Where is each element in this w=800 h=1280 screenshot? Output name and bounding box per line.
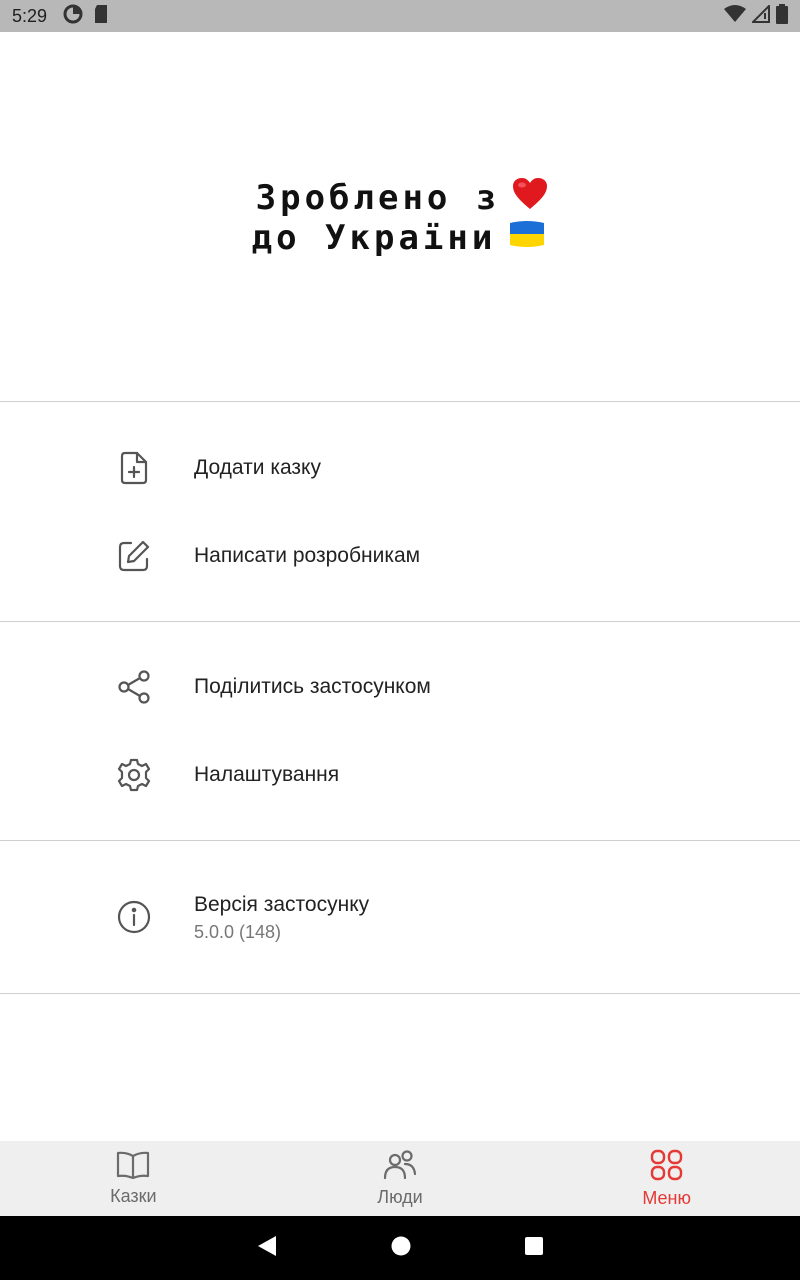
menu-label: Версія застосунку xyxy=(194,893,370,916)
nav-label: Люди xyxy=(377,1186,423,1207)
menu-item-settings[interactable]: Налаштування xyxy=(0,731,800,819)
menu-label: Налаштування xyxy=(194,763,340,786)
book-icon xyxy=(116,1151,150,1184)
recents-icon[interactable] xyxy=(524,1236,544,1261)
sd-card-icon xyxy=(93,4,109,29)
system-navigation-bar xyxy=(0,1216,800,1280)
people-icon xyxy=(383,1149,417,1185)
menu-item-app-version: Версія застосунку 5.0.0 (148) xyxy=(0,873,800,961)
menu-label: Додати казку xyxy=(194,456,321,479)
gear-icon xyxy=(116,757,152,793)
bottom-navigation: Казки Люди Меню xyxy=(0,1141,800,1216)
add-file-icon xyxy=(116,450,152,486)
header: Зроблено з до України xyxy=(0,32,800,401)
home-icon[interactable] xyxy=(390,1235,412,1262)
grid-icon xyxy=(650,1149,684,1186)
menu-label: Поділитись застосунком xyxy=(194,675,431,698)
battery-icon xyxy=(776,3,788,29)
divider xyxy=(0,840,800,841)
wifi-icon xyxy=(724,4,746,28)
nav-label: Меню xyxy=(642,1187,691,1208)
edit-icon xyxy=(116,538,152,574)
nav-item-tales[interactable]: Казки xyxy=(0,1141,267,1216)
data-saver-icon xyxy=(63,4,83,29)
ukraine-flag-icon xyxy=(508,219,546,257)
status-time: 5:29 xyxy=(12,5,48,26)
nav-label: Казки xyxy=(110,1185,157,1206)
share-icon xyxy=(116,669,152,705)
menu-item-write-developers[interactable]: Написати розробникам xyxy=(0,512,800,600)
menu-label: Написати розробникам xyxy=(194,544,421,567)
title-line-1: Зроблено з xyxy=(255,177,501,218)
title-line-2: до України xyxy=(251,217,497,258)
status-bar: 5:29 xyxy=(0,0,800,32)
info-icon xyxy=(116,899,152,935)
divider xyxy=(0,993,800,994)
menu-item-share-app[interactable]: Поділитись застосунком xyxy=(0,643,800,731)
signal-icon xyxy=(750,3,770,28)
back-icon[interactable] xyxy=(256,1234,278,1263)
nav-item-people[interactable]: Люди xyxy=(267,1141,534,1216)
nav-item-menu[interactable]: Меню xyxy=(533,1141,800,1216)
heart-icon xyxy=(512,177,548,219)
divider xyxy=(0,401,800,402)
app-version-value: 5.0.0 (148) xyxy=(194,922,282,942)
made-with-love-title: Зроблено з до України xyxy=(252,177,549,257)
menu-item-add-tale[interactable]: Додати казку xyxy=(0,424,800,512)
divider xyxy=(0,621,800,622)
